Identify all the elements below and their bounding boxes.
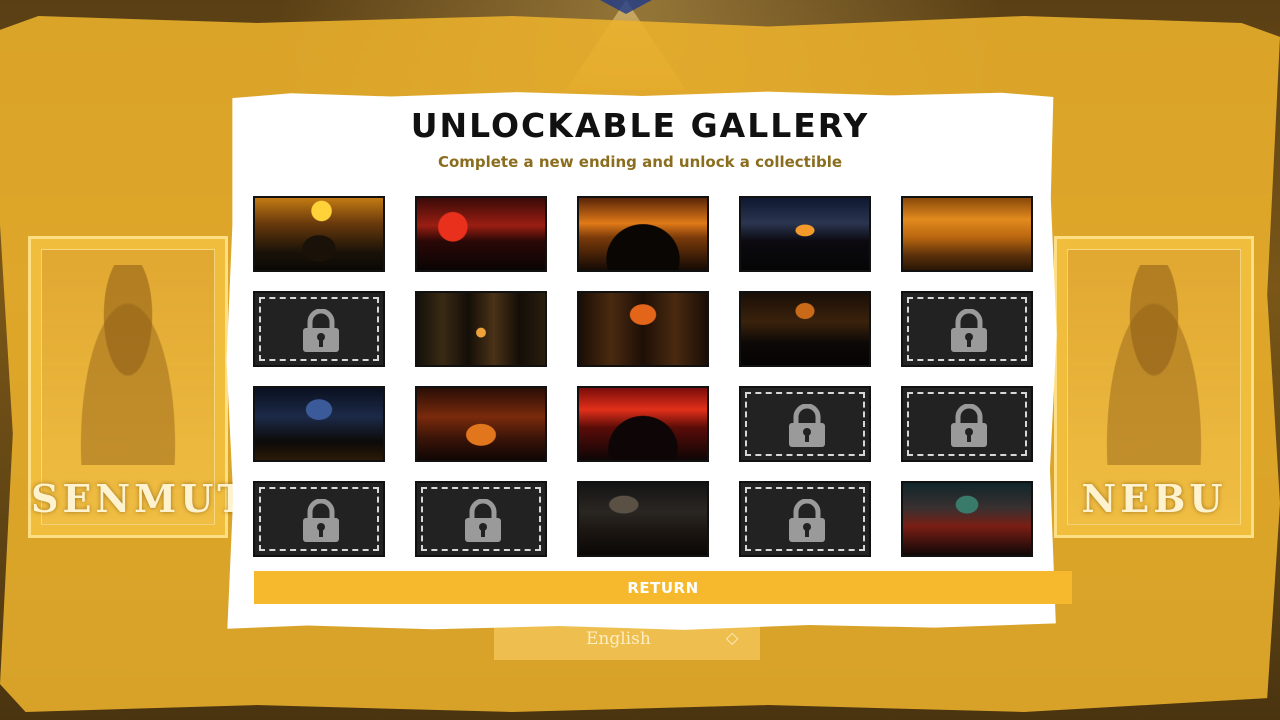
character-card-senmut: SENMUT	[28, 236, 250, 538]
gallery-tile[interactable]	[577, 481, 709, 557]
character-name: SENMUT	[31, 476, 250, 521]
gallery-tile-locked[interactable]	[253, 481, 385, 557]
character-card-nebu: NEBU	[1054, 236, 1254, 538]
gallery-tile[interactable]	[415, 291, 547, 367]
lock-icon	[951, 309, 987, 352]
gallery-tile[interactable]	[577, 386, 709, 462]
character-portrait	[1094, 265, 1214, 465]
gallery-tile[interactable]	[253, 386, 385, 462]
gallery-tile[interactable]	[577, 291, 709, 367]
gallery-tile-locked[interactable]	[901, 386, 1033, 462]
page-subtitle: Complete a new ending and unlock a colle…	[437, 153, 843, 171]
gallery-tile[interactable]	[577, 196, 709, 272]
gallery-tile-locked[interactable]	[739, 481, 871, 557]
gallery-tile[interactable]	[415, 196, 547, 272]
lock-icon	[789, 499, 825, 542]
gallery-tile-locked[interactable]	[415, 481, 547, 557]
gallery-artwork	[741, 198, 869, 270]
gallery-tile-locked[interactable]	[253, 291, 385, 367]
gallery-tile-locked[interactable]	[901, 291, 1033, 367]
gallery-tile[interactable]	[253, 196, 385, 272]
character-portrait	[68, 265, 188, 465]
gallery-artwork	[903, 483, 1031, 555]
gallery-artwork	[579, 293, 707, 365]
lock-icon	[465, 499, 501, 542]
lock-icon	[789, 404, 825, 447]
gallery-artwork	[417, 293, 545, 365]
page-title: UNLOCKABLE GALLERY	[410, 106, 870, 145]
gallery-tile-locked[interactable]	[739, 386, 871, 462]
gallery-tile[interactable]	[901, 481, 1033, 557]
gallery-artwork	[417, 198, 545, 270]
gallery-artwork	[255, 388, 383, 460]
gallery-tile[interactable]	[901, 196, 1033, 272]
lock-icon	[303, 499, 339, 542]
return-button[interactable]: RETURN	[254, 571, 1072, 604]
gallery-tile[interactable]	[739, 291, 871, 367]
gallery-artwork	[579, 198, 707, 270]
gallery-artwork	[579, 388, 707, 460]
character-name: NEBU	[1081, 476, 1227, 521]
lock-icon	[303, 309, 339, 352]
gallery-artwork	[741, 293, 869, 365]
gallery-grid	[253, 196, 1033, 557]
gallery-artwork	[903, 198, 1031, 270]
gallery-artwork	[417, 388, 545, 460]
gallery-artwork	[579, 483, 707, 555]
gallery-artwork	[255, 198, 383, 270]
lock-icon	[951, 404, 987, 447]
gallery-tile[interactable]	[739, 196, 871, 272]
gallery-tile[interactable]	[415, 386, 547, 462]
chevron-down-icon: ◇	[726, 628, 739, 647]
language-label: English	[586, 629, 651, 649]
